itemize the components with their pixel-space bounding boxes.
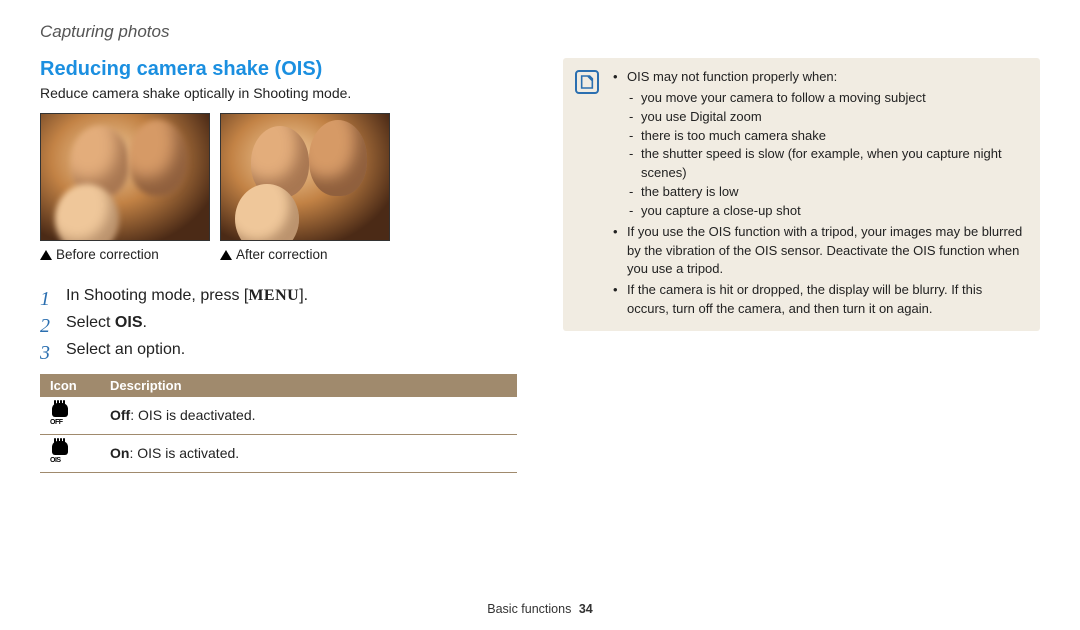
note-subline: you move your camera to follow a moving …: [627, 89, 1024, 108]
menu-key-label: MENU: [248, 287, 299, 304]
photo-after: [220, 113, 390, 241]
step-2: Select OIS.: [40, 309, 517, 336]
note-subline: you capture a close-up shot: [627, 202, 1024, 221]
note-line: If the camera is hit or dropped, the dis…: [613, 281, 1024, 319]
footer-page-number: 34: [579, 602, 593, 616]
table-row: OFF Off: OIS is deactivated.: [40, 397, 517, 435]
footer-section: Basic functions: [487, 602, 571, 616]
intro-text: Reduce camera shake optically in Shootin…: [40, 85, 517, 101]
page-footer: Basic functions 34: [0, 602, 1080, 616]
th-icon: Icon: [40, 374, 100, 397]
options-table: Icon Description OFF Off: OIS is deactiv…: [40, 374, 517, 473]
ois-off-icon: OFF: [50, 403, 72, 425]
step-3: Select an option.: [40, 336, 517, 363]
ois-on-icon: OIS: [50, 441, 72, 463]
step-1: In Shooting mode, press [MENU].: [40, 282, 517, 309]
caption-after: After correction: [220, 247, 390, 262]
section-title: Reducing camera shake (OIS): [40, 58, 517, 81]
photo-before: [40, 113, 210, 241]
triangle-up-icon: [220, 250, 232, 260]
note-subline: you use Digital zoom: [627, 108, 1024, 127]
caption-before: Before correction: [40, 247, 210, 262]
note-subline: the shutter speed is slow (for example, …: [627, 145, 1024, 183]
note-line: If you use the OIS function with a tripo…: [613, 223, 1024, 280]
breadcrumb: Capturing photos: [40, 22, 1040, 42]
note-subline: the battery is low: [627, 183, 1024, 202]
note-icon: [575, 70, 599, 94]
triangle-up-icon: [40, 250, 52, 260]
note-line: OIS may not function properly when:: [627, 69, 837, 84]
note-subline: there is too much camera shake: [627, 127, 1024, 146]
caption-before-text: Before correction: [56, 247, 159, 262]
note-box: OIS may not function properly when: you …: [563, 58, 1040, 331]
table-row: OIS On: OIS is activated.: [40, 434, 517, 472]
caption-after-text: After correction: [236, 247, 328, 262]
th-description: Description: [100, 374, 517, 397]
